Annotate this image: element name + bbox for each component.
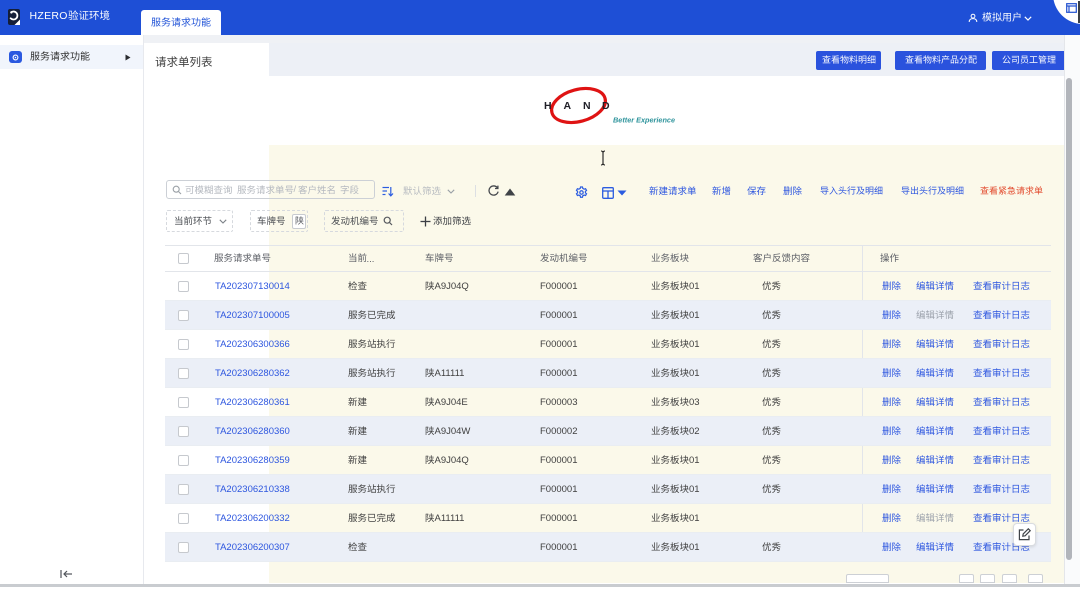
svg-text:N: N: [583, 100, 591, 112]
svg-text:D: D: [602, 100, 610, 112]
svg-text:H: H: [544, 100, 552, 112]
svg-text:A: A: [564, 100, 572, 112]
svg-text:Better Experience: Better Experience: [613, 116, 675, 125]
